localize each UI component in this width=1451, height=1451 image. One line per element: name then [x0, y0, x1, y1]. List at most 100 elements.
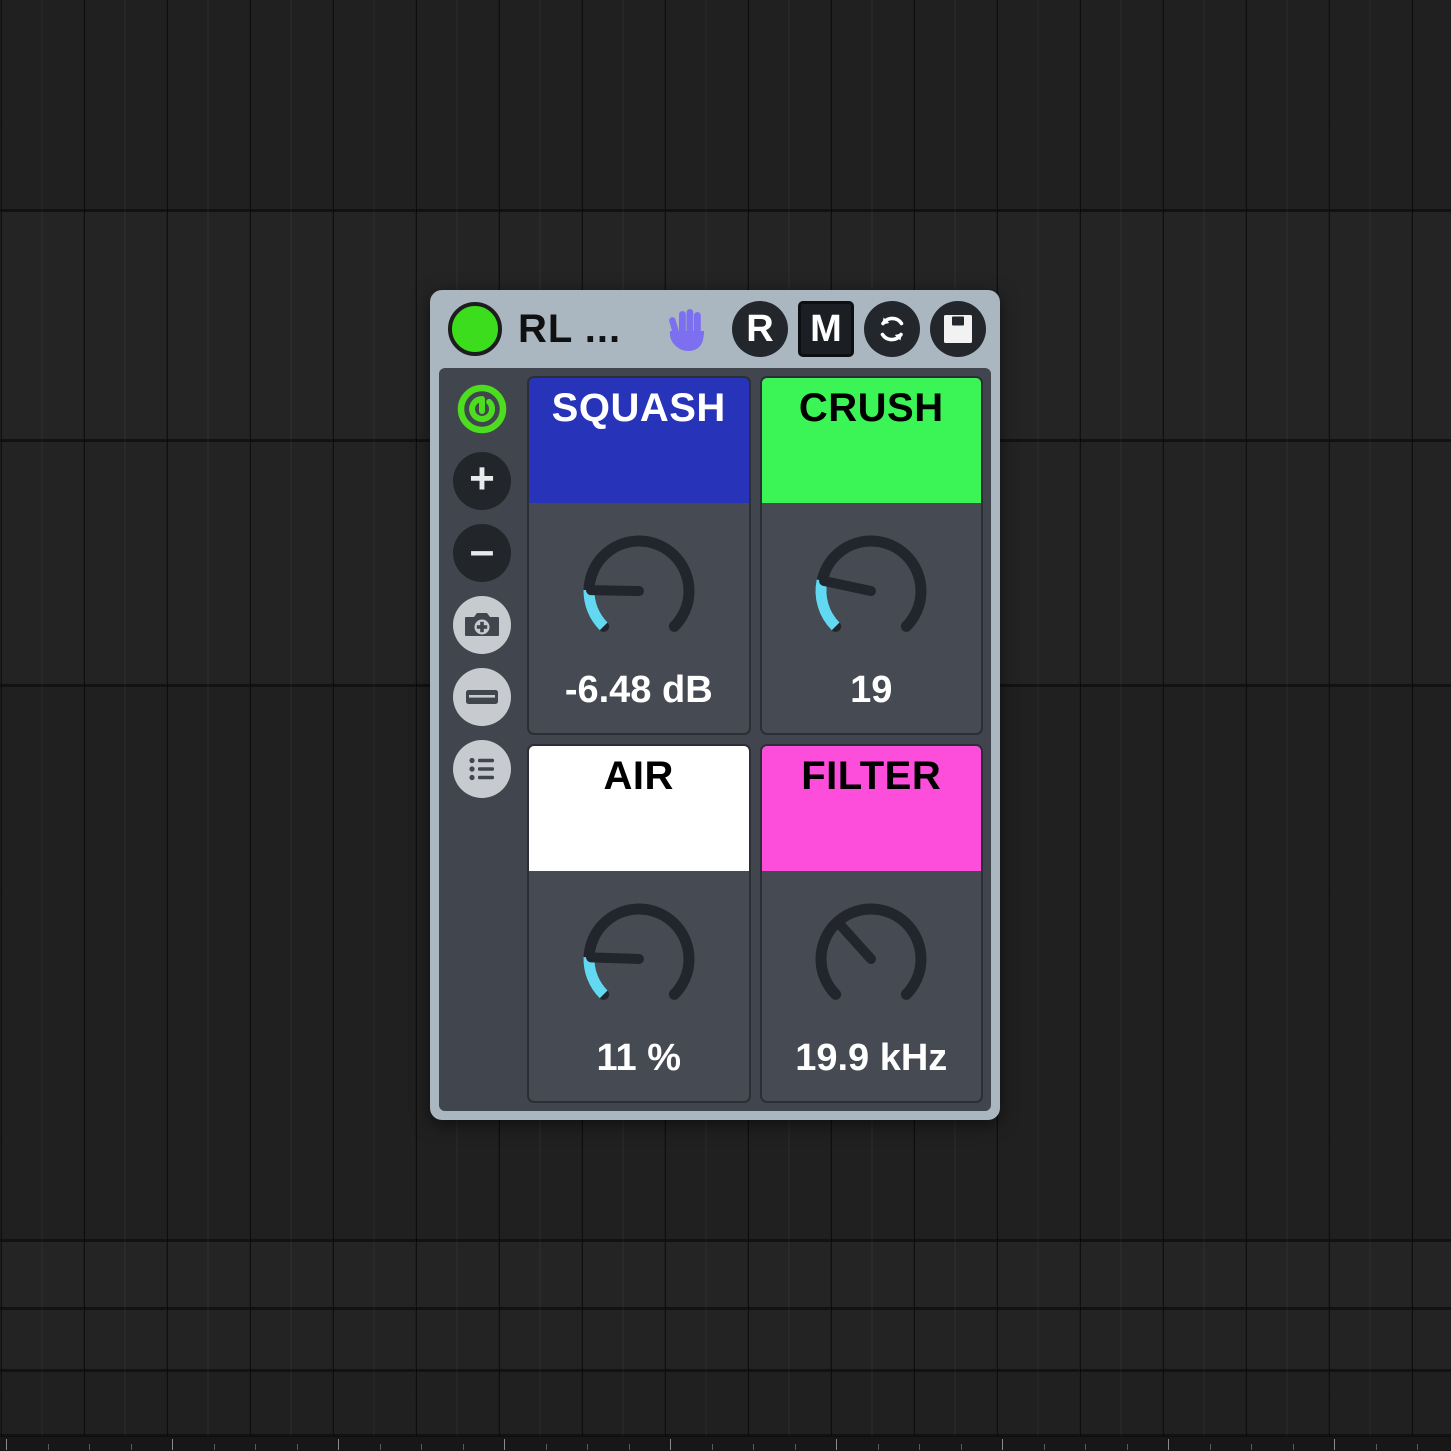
- module-grid: SQUASH -6.48 dB CRUSH 19 AIR 11 % FILTER…: [527, 376, 983, 1103]
- module-header-filter[interactable]: FILTER: [761, 746, 981, 871]
- ruler-tick: [1002, 1439, 1003, 1450]
- module-filter[interactable]: FILTER 19.9 kHz: [759, 744, 983, 1103]
- camera-plus-icon: [465, 613, 499, 636]
- device-body: + – SQUASH -6.48 dB CRUSH 19 AIR 11 % FI…: [439, 368, 991, 1111]
- module-value: 19.9 kHz: [795, 1037, 948, 1079]
- knob-squash[interactable]: [559, 513, 719, 673]
- track-row[interactable]: [0, 1310, 1451, 1372]
- ruler-tick: [753, 1444, 754, 1450]
- ruler-tick: [545, 1444, 547, 1450]
- ruler-tick: [919, 1444, 920, 1450]
- ruler-tick: [172, 1439, 173, 1450]
- module-header-squash[interactable]: SQUASH: [529, 378, 749, 503]
- module-header-air[interactable]: AIR: [529, 746, 749, 871]
- ruler-tick: [213, 1444, 215, 1450]
- refresh-icon: [880, 316, 904, 342]
- knob-track: [583, 535, 695, 632]
- list-icon: [469, 757, 494, 781]
- ruler-tick: [6, 1439, 7, 1450]
- record-arm-label: R: [746, 307, 774, 350]
- module-title: FILTER: [801, 754, 942, 798]
- knob-pointer: [819, 576, 877, 596]
- module-value: 11 %: [596, 1037, 682, 1079]
- ruler-tick: [1085, 1444, 1086, 1450]
- knob-filter[interactable]: [791, 881, 951, 1041]
- knob-track: [583, 903, 695, 1000]
- module-title: AIR: [603, 754, 674, 798]
- plus-icon: +: [469, 453, 495, 503]
- ruler-tick: [1209, 1444, 1211, 1450]
- module-knob-area-air: 11 %: [529, 871, 749, 1101]
- module-title: SQUASH: [551, 386, 726, 430]
- ruler-tick: [1043, 1444, 1045, 1450]
- ruler-tick: [836, 1439, 837, 1450]
- ruler-tick: [1334, 1439, 1335, 1450]
- knob-value-arc: [583, 957, 608, 999]
- sidebar-item-bank[interactable]: [453, 668, 511, 726]
- module-crush[interactable]: CRUSH 19: [759, 376, 983, 735]
- sidebar-item-power[interactable]: [453, 380, 511, 438]
- ruler-tick: [47, 1444, 49, 1450]
- device-titlebar: RL ... R M: [430, 290, 1000, 368]
- raised-hand-icon[interactable]: [662, 303, 714, 355]
- module-knob-area-squash: -6.48 dB: [529, 503, 749, 733]
- knob-pointer: [834, 918, 877, 964]
- module-header-crush[interactable]: CRUSH: [761, 378, 981, 503]
- ruler-tick: [130, 1444, 132, 1450]
- ruler-tick: [89, 1444, 90, 1450]
- max-device-window[interactable]: RL ... R M + – SQUASH -6.48 dB CRUSH 19 …: [430, 290, 1000, 1120]
- ruler-tick: [1417, 1444, 1418, 1450]
- ruler-tick: [379, 1444, 381, 1450]
- sidebar-item-list[interactable]: [453, 740, 511, 798]
- ruler-tick: [504, 1439, 505, 1450]
- record-arm-button[interactable]: R: [732, 301, 788, 357]
- ruler-tick: [587, 1444, 588, 1450]
- track-row[interactable]: [0, 1372, 1451, 1437]
- save-button[interactable]: [930, 301, 986, 357]
- power-icon: [457, 384, 507, 434]
- knob-crush[interactable]: [791, 513, 951, 673]
- ruler-tick: [338, 1439, 339, 1450]
- track-row[interactable]: [0, 1242, 1451, 1310]
- timeline-ruler[interactable]: [0, 1436, 1451, 1451]
- module-title: CRUSH: [798, 386, 944, 430]
- save-icon: [944, 315, 972, 343]
- ruler-tick: [1126, 1444, 1128, 1450]
- module-knob-area-crush: 19: [762, 503, 982, 733]
- ruler-tick: [670, 1439, 671, 1450]
- ruler-tick: [711, 1444, 713, 1450]
- ruler-tick: [960, 1444, 962, 1450]
- ruler-tick: [794, 1444, 796, 1450]
- knob-air[interactable]: [559, 881, 719, 1041]
- sidebar-item-snapshot[interactable]: [453, 596, 511, 654]
- ruler-tick: [1292, 1444, 1294, 1450]
- module-knob-area-filter: 19.9 kHz: [762, 871, 982, 1101]
- module-value: -6.48 dB: [564, 669, 713, 711]
- knob-pointer: [585, 952, 644, 964]
- sidebar-item-add[interactable]: +: [453, 452, 511, 510]
- ruler-tick: [421, 1444, 422, 1450]
- refresh-button[interactable]: [864, 301, 920, 357]
- ruler-tick: [877, 1444, 879, 1450]
- ruler-tick: [1375, 1444, 1377, 1450]
- sidebar-item-remove[interactable]: –: [453, 524, 511, 582]
- device-power-toggle[interactable]: [448, 302, 502, 356]
- ruler-tick: [462, 1444, 464, 1450]
- module-air[interactable]: AIR 11 %: [527, 744, 751, 1103]
- ruler-tick: [628, 1444, 630, 1450]
- device-title: RL ...: [518, 306, 622, 351]
- device-sidebar: + –: [445, 376, 519, 1103]
- knob-value-arc: [583, 589, 608, 631]
- minus-icon: –: [469, 525, 495, 575]
- map-mode-label: M: [810, 307, 842, 350]
- module-value: 19: [850, 669, 893, 711]
- map-mode-button[interactable]: M: [798, 301, 854, 357]
- knob-pointer: [585, 585, 644, 596]
- ruler-tick: [255, 1444, 256, 1450]
- ruler-tick: [296, 1444, 298, 1450]
- track-row[interactable]: [0, 0, 1451, 212]
- module-squash[interactable]: SQUASH -6.48 dB: [527, 376, 751, 735]
- ruler-tick: [1168, 1439, 1169, 1450]
- ruler-tick: [1251, 1444, 1252, 1450]
- bank-icon: [466, 690, 498, 704]
